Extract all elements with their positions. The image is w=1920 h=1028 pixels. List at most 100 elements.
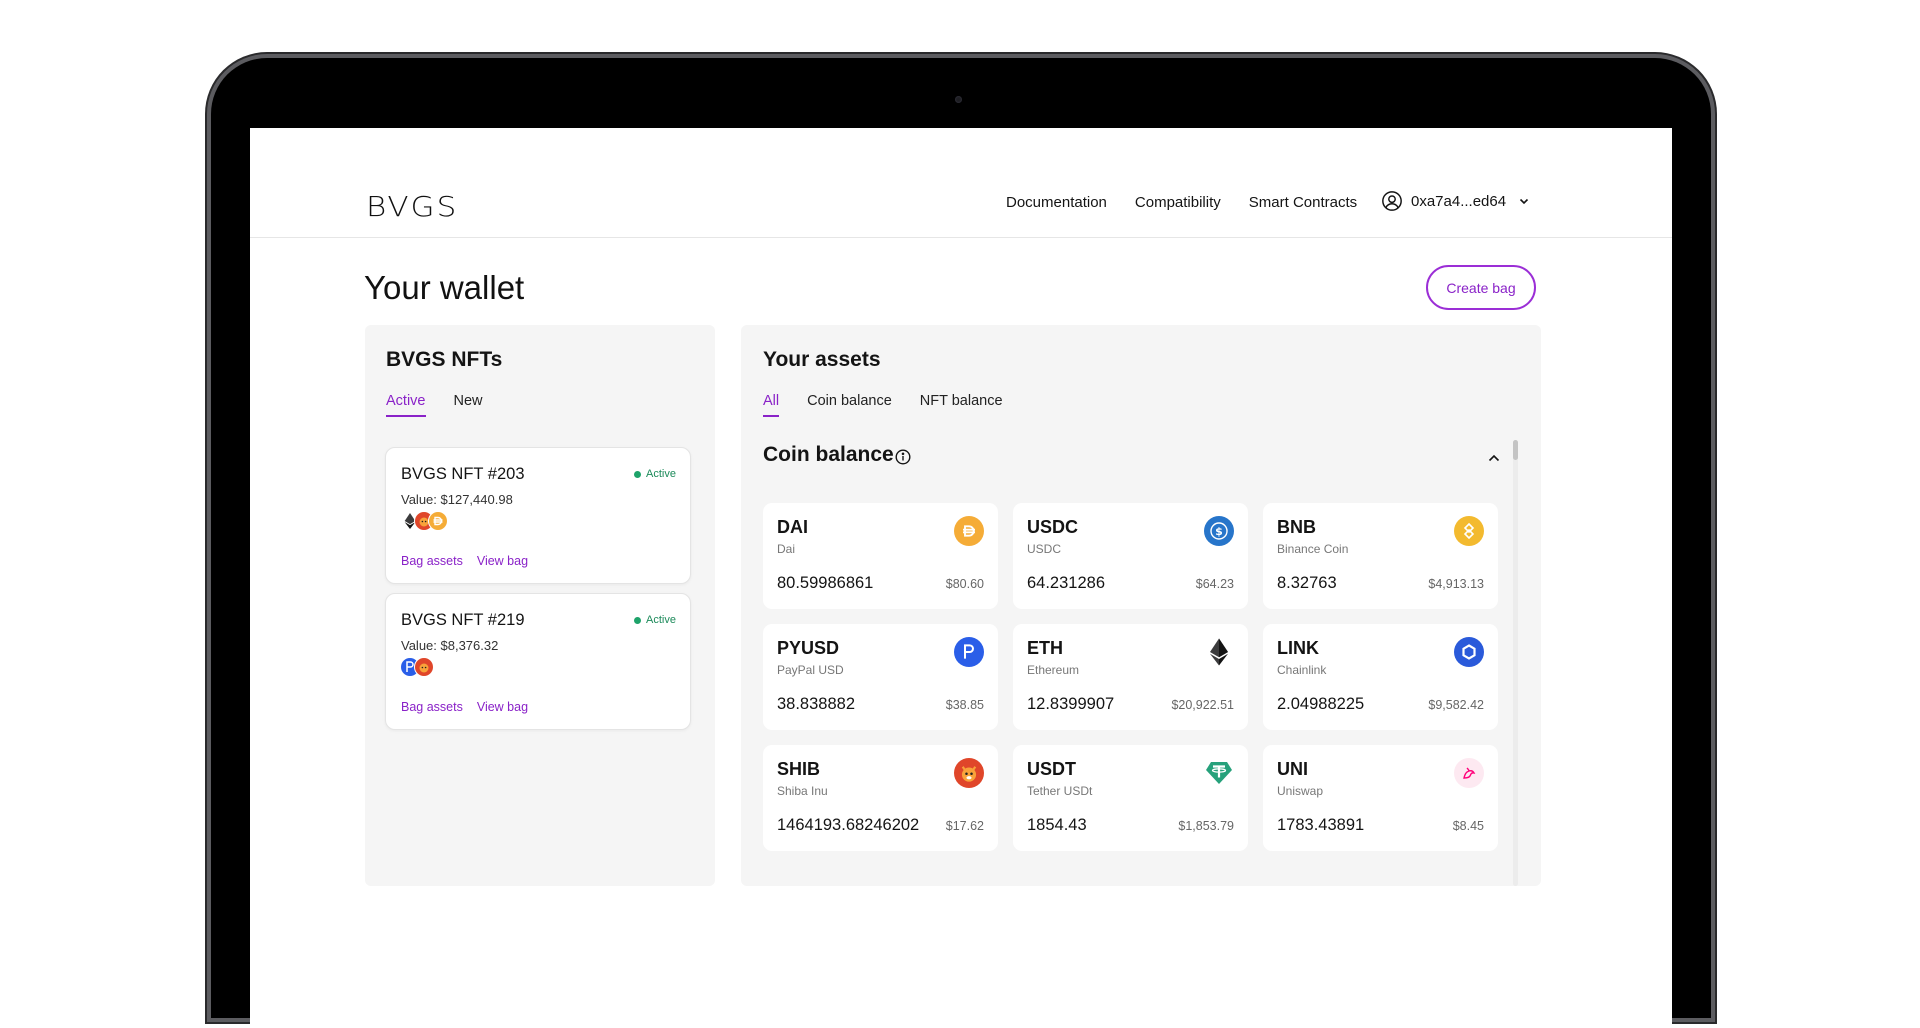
nft-title: BVGS NFT #219	[401, 611, 525, 629]
tab-new[interactable]: New	[454, 393, 483, 417]
coin-name: PayPal USD	[777, 663, 844, 677]
nav-compatibility[interactable]: Compatibility	[1135, 194, 1221, 211]
bnb-icon	[1454, 516, 1484, 546]
coin-symbol: SHIB	[777, 759, 821, 779]
nfts-panel-title: BVGS NFTs	[386, 348, 503, 371]
view-bag-link[interactable]: View bag	[477, 700, 528, 714]
coins-scrollbar[interactable]	[1513, 440, 1518, 886]
coin-card[interactable]: UNI Uniswap 1783.43891 $8.45	[1263, 745, 1498, 851]
assets-panel: Your assets All Coin balance NFT balance…	[741, 325, 1541, 886]
nft-links: Bag assets View bag	[401, 700, 528, 714]
nfts-tabs: Active New	[386, 393, 483, 417]
coin-balance-header: Coin balance	[763, 443, 1501, 473]
coin-symbol: PYUSD	[777, 638, 840, 658]
nft-title: BVGS NFT #203	[401, 465, 525, 483]
coin-card[interactable]: DAI Dai 80.59986861 $80.60	[763, 503, 998, 609]
user-circle-icon	[1382, 191, 1402, 211]
scrollbar-thumb[interactable]	[1513, 440, 1518, 460]
nft-value: Value: $127,440.98	[401, 492, 513, 507]
brand-logo[interactable]: BVGS	[366, 191, 458, 223]
tab-coin-balance[interactable]: Coin balance	[807, 393, 892, 417]
coin-name: Ethereum	[1027, 663, 1080, 677]
app-screen: BVGS Documentation Compatibility Smart C…	[250, 128, 1672, 1028]
coin-card[interactable]: LINK Chainlink 2.04988225 $9,582.42	[1263, 624, 1498, 730]
view-bag-link[interactable]: View bag	[477, 554, 528, 568]
uni-icon	[1454, 758, 1484, 788]
account-menu[interactable]: 0xa7a4...ed64	[1381, 190, 1530, 212]
shib-icon	[954, 758, 984, 788]
page-title: Your wallet	[364, 269, 525, 306]
coin-card[interactable]: USDT Tether USDt 1854.43 $1,853.79	[1013, 745, 1248, 851]
coin-usd-value: $17.62	[945, 819, 984, 833]
section-title: Coin balance	[763, 443, 894, 466]
status-label: Active	[646, 468, 676, 480]
eth-icon	[1204, 637, 1234, 667]
status-dot-icon	[634, 616, 642, 624]
svg-text:$: $	[1215, 525, 1223, 538]
status-label: Active	[646, 614, 676, 626]
coin-amount: 1854.43	[1027, 816, 1087, 834]
nav-smart-contracts[interactable]: Smart Contracts	[1249, 194, 1357, 211]
nft-coin-stack	[400, 657, 434, 677]
tab-all[interactable]: All	[763, 393, 780, 417]
account-address: 0xa7a4...ed64	[1411, 192, 1507, 210]
assets-panel-title: Your assets	[763, 348, 881, 371]
coin-symbol: DAI	[777, 517, 808, 537]
coin-grid: DAI Dai 80.59986861 $80.60 USDC USDC 64.…	[763, 503, 1501, 851]
coin-card[interactable]: PYUSD PayPal USD 38.838882 $38.85	[763, 624, 998, 730]
nft-value: Value: $8,376.32	[401, 638, 499, 653]
dai-icon	[428, 511, 448, 531]
coin-name: Uniswap	[1277, 784, 1324, 798]
coin-name: Dai	[777, 542, 796, 556]
coin-usd-value: $38.85	[945, 698, 984, 712]
coin-symbol: ETH	[1027, 638, 1063, 658]
coin-symbol: BNB	[1277, 517, 1316, 537]
bag-assets-link[interactable]: Bag assets	[401, 554, 463, 568]
coin-amount: 80.59986861	[777, 574, 874, 592]
dai-icon	[954, 516, 984, 546]
coin-amount: 1783.43891	[1277, 816, 1365, 834]
usdc-icon: $	[1204, 516, 1234, 546]
nav-documentation[interactable]: Documentation	[1006, 194, 1107, 211]
chevron-up-icon[interactable]	[1487, 451, 1501, 465]
camera-dot	[955, 96, 962, 103]
link-icon	[1454, 637, 1484, 667]
usdt-icon	[1204, 758, 1234, 788]
status-badge: Active	[634, 468, 676, 480]
coin-amount: 64.231286	[1027, 574, 1105, 592]
info-icon[interactable]	[895, 449, 911, 465]
coin-amount: 12.8399907	[1027, 695, 1115, 713]
coin-card[interactable]: ETH Ethereum 12.8399907 $20,922.51	[1013, 624, 1248, 730]
coin-symbol: USDC	[1027, 517, 1079, 537]
nft-coin-stack	[400, 511, 448, 531]
tab-active[interactable]: Active	[386, 393, 426, 417]
coin-name: USDC	[1027, 542, 1062, 556]
pyusd-icon	[954, 637, 984, 667]
coin-name: Binance Coin	[1277, 542, 1349, 556]
create-bag-button[interactable]: Create bag	[1426, 265, 1536, 310]
tab-nft-balance[interactable]: NFT balance	[920, 393, 1003, 417]
coin-usd-value: $80.60	[945, 577, 984, 591]
bag-assets-link[interactable]: Bag assets	[401, 700, 463, 714]
assets-tabs: All Coin balance NFT balance	[763, 393, 1003, 417]
coin-amount: 8.32763	[1277, 574, 1337, 592]
nfts-panel: BVGS NFTs Active New BVGS NFT #203 Activ…	[365, 325, 715, 886]
coin-name: Chainlink	[1277, 663, 1327, 677]
coin-amount: 38.838882	[777, 695, 855, 713]
coin-card[interactable]: USDC USDC 64.231286 $64.23 $	[1013, 503, 1248, 609]
coin-symbol: UNI	[1277, 759, 1308, 779]
coin-card[interactable]: SHIB Shiba Inu 1464193.68246202 $17.62	[763, 745, 998, 851]
coin-usd-value: $20,922.51	[1171, 698, 1234, 712]
coin-card[interactable]: BNB Binance Coin 8.32763 $4,913.13	[1263, 503, 1498, 609]
nft-card[interactable]: BVGS NFT #219 Active Value: $8,376.32 Ba…	[385, 593, 691, 730]
coin-name: Tether USDt	[1027, 784, 1093, 798]
coin-usd-value: $1,853.79	[1178, 819, 1234, 833]
laptop-frame: BVGS Documentation Compatibility Smart C…	[211, 58, 1711, 1028]
status-badge: Active	[634, 614, 676, 626]
coin-symbol: LINK	[1277, 638, 1319, 658]
coin-amount: 1464193.68246202	[777, 816, 920, 834]
shib-icon	[414, 657, 434, 677]
nft-card[interactable]: BVGS NFT #203 Active Value: $127,440.98 …	[385, 447, 691, 584]
coin-name: Shiba Inu	[777, 784, 828, 798]
coin-usd-value: $64.23	[1195, 577, 1234, 591]
